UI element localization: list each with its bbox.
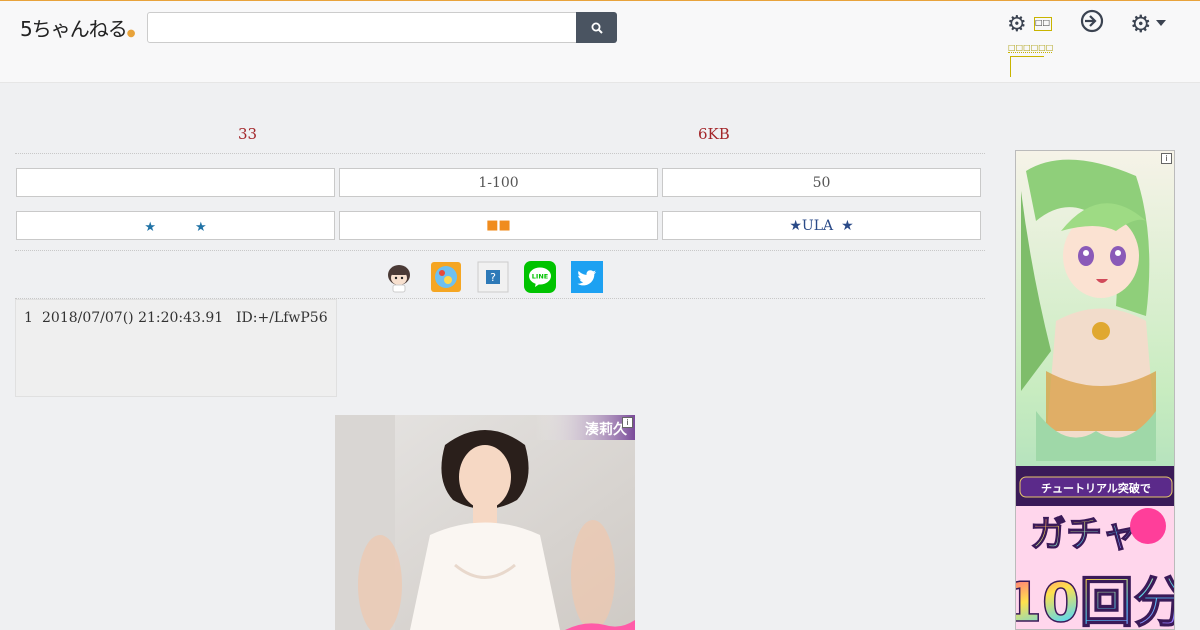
svg-text:LINE: LINE xyxy=(532,273,548,281)
ad-info-icon[interactable]: i xyxy=(1161,153,1172,164)
chevron-down-icon[interactable] xyxy=(1156,20,1166,26)
nav-button-latest[interactable]: 50 xyxy=(662,168,981,197)
nav-center-label: ■■ xyxy=(486,218,511,233)
nav-button-range[interactable]: 1-100 xyxy=(339,168,658,197)
ad-info-icon[interactable]: i xyxy=(622,417,633,428)
divider xyxy=(1010,56,1011,77)
nav-row-1: 1-100 50 xyxy=(15,168,985,198)
site-logo[interactable]: 5ちゃんねる● xyxy=(20,13,136,42)
thread-size: 6KB xyxy=(698,125,730,143)
search-input[interactable] xyxy=(147,12,577,43)
star-icon: ★ xyxy=(841,217,854,234)
ad-banner[interactable]: 湊莉久 i xyxy=(335,415,635,630)
ad-image: チュートリアル突破で ガチャ 10回分 xyxy=(1016,151,1175,630)
gear-label: □□ xyxy=(1034,17,1052,31)
nav-left-label: ★ ★ xyxy=(144,220,207,235)
avatar-icon[interactable] xyxy=(383,261,415,293)
bookmark-icon[interactable] xyxy=(430,261,462,293)
search-icon xyxy=(591,22,603,34)
help-icon[interactable]: ? xyxy=(477,261,509,293)
nav-ula-label: ULA xyxy=(801,217,834,234)
ad-image: 湊莉久 xyxy=(335,415,635,630)
post-number[interactable]: 1 xyxy=(24,310,33,326)
nav-button-all[interactable] xyxy=(16,168,335,197)
star-icon: ★ xyxy=(789,217,802,234)
thread-stats: 33 6KB xyxy=(15,118,985,154)
ad-headline-2: 10回分 xyxy=(1016,571,1175,630)
ad-headline-1: ガチャ xyxy=(1030,514,1138,555)
post-header: 1 2018/07/07() 21:20:43.91 ID:+/LfwP56 xyxy=(15,299,337,397)
post-id[interactable]: ID:+/LfwP56 xyxy=(236,310,328,326)
login-icon[interactable] xyxy=(1080,9,1104,39)
post-count: 33 xyxy=(238,125,258,143)
logo-text: 5ちゃんねる xyxy=(20,17,128,41)
logo-dot: ● xyxy=(126,28,136,39)
nav-button-left[interactable]: ★ ★ xyxy=(16,211,335,240)
post-datetime: 2018/07/07() 21:20:43.91 xyxy=(42,310,224,326)
gear-icon[interactable]: ⚙ xyxy=(1007,12,1027,37)
gear-sub-label: □□□□□□ xyxy=(1008,43,1054,53)
header: 5ちゃんねる● ⚙ □□ □□□□□□ ⚙ xyxy=(0,1,1200,83)
search-button[interactable] xyxy=(576,12,617,43)
ad-banner-text: チュートリアル突破で xyxy=(1041,481,1151,495)
divider xyxy=(1010,56,1044,57)
nav-button-center[interactable]: ■■ xyxy=(339,211,658,240)
settings-icon[interactable]: ⚙ xyxy=(1130,10,1152,38)
svg-text:?: ? xyxy=(490,271,496,284)
twitter-icon[interactable] xyxy=(571,261,603,293)
line-icon[interactable]: LINE xyxy=(524,261,556,293)
nav-button-ula[interactable]: ★ ULA ★ xyxy=(662,211,981,240)
divider xyxy=(15,250,985,251)
nav-row-2: ★ ★ ■■ ★ ULA ★ xyxy=(15,211,985,241)
ad-sidebar-banner[interactable]: チュートリアル突破で ガチャ 10回分 i xyxy=(1015,150,1175,630)
